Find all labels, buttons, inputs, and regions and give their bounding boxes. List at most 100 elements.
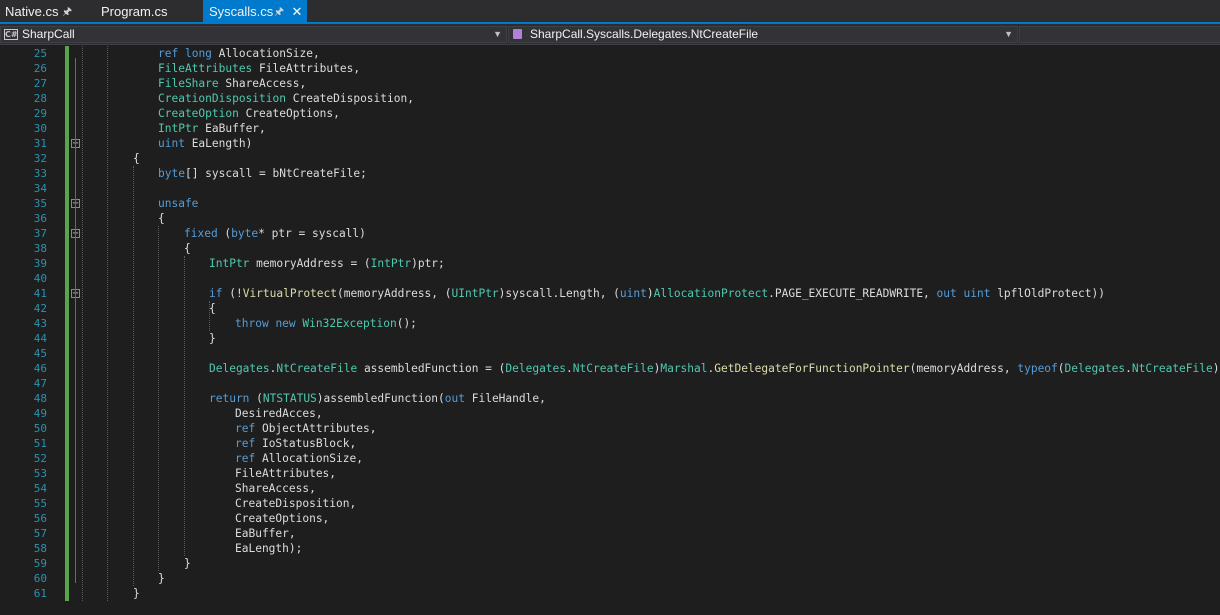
code-line[interactable]: 55 CreateDisposition, <box>0 496 1220 511</box>
code-text: FileAttributes FileAttributes, <box>158 61 360 76</box>
code-token: (); <box>396 317 417 330</box>
code-token: EaLength); <box>235 542 303 555</box>
code-line[interactable]: 47 <box>0 376 1220 391</box>
change-margin-marker <box>65 481 69 496</box>
project-name: SharpCall <box>22 27 75 41</box>
line-number: 31 <box>33 137 47 150</box>
code-line[interactable]: 51 ref IoStatusBlock, <box>0 436 1220 451</box>
code-line[interactable]: 57 EaBuffer, <box>0 526 1220 541</box>
code-line[interactable]: 30 IntPtr EaBuffer, <box>0 121 1220 136</box>
code-line[interactable]: 53 FileAttributes, <box>0 466 1220 481</box>
member-name: SharpCall.Syscalls.Delegates.NtCreateFil… <box>530 27 759 41</box>
indent-guide <box>158 226 159 571</box>
code-line[interactable]: 49 DesiredAcces, <box>0 406 1220 421</box>
code-token: IoStatusBlock, <box>255 437 357 450</box>
code-token: CreationDisposition <box>158 92 286 105</box>
code-token: fixed <box>184 227 218 240</box>
code-line[interactable]: 32 { <box>0 151 1220 166</box>
code-line[interactable]: 35−unsafe <box>0 196 1220 211</box>
line-number: 46 <box>33 362 47 375</box>
code-line[interactable]: 52 ref AllocationSize, <box>0 451 1220 466</box>
code-text: { <box>184 241 191 256</box>
code-token: (memoryAddress, ( <box>337 287 452 300</box>
code-line[interactable]: 45 <box>0 346 1220 361</box>
code-token: )ptr; <box>411 257 445 270</box>
code-editor[interactable]: 25 ref long AllocationSize, 26 FileAttribut… <box>0 45 1220 615</box>
code-text: } <box>158 571 165 586</box>
code-line[interactable]: 25 ref long AllocationSize, <box>0 46 1220 61</box>
change-margin-marker <box>65 436 69 451</box>
line-number: 54 <box>33 482 47 495</box>
code-line[interactable]: 28 CreationDisposition CreateDisposition, <box>0 91 1220 106</box>
tab-native-cs[interactable]: Native.cs 🖈 <box>0 0 95 22</box>
change-margin-marker <box>65 61 69 76</box>
change-margin-marker <box>65 451 69 466</box>
pin-icon[interactable]: 🖈 <box>274 0 284 24</box>
code-line[interactable]: 27 FileShare ShareAccess, <box>0 76 1220 91</box>
pin-icon[interactable]: 🖈 <box>62 0 72 24</box>
code-line[interactable]: 44} <box>0 331 1220 346</box>
line-number: 50 <box>33 422 47 435</box>
code-line[interactable]: 59} <box>0 556 1220 571</box>
code-line[interactable]: 50 ref ObjectAttributes, <box>0 421 1220 436</box>
code-line[interactable]: 29 CreateOption CreateOptions, <box>0 106 1220 121</box>
code-token: AllocationProtect <box>653 287 769 300</box>
code-line[interactable]: 33 byte[] syscall = bNtCreateFile; <box>0 166 1220 181</box>
line-number: 35 <box>33 197 47 210</box>
code-line[interactable]: 61} <box>0 586 1220 601</box>
code-line[interactable]: 56 CreateOptions, <box>0 511 1220 526</box>
change-margin-marker <box>65 106 69 121</box>
code-line[interactable]: 48 return (NTSTATUS)assembledFunction(out… <box>0 391 1220 406</box>
code-token: throw <box>235 317 269 330</box>
tab-syscalls-cs[interactable]: Syscalls.cs 🖈 ✕ <box>203 0 307 24</box>
project-dropdown[interactable]: C# SharpCall ▼ <box>0 26 507 43</box>
close-icon[interactable]: ✕ <box>289 4 305 20</box>
code-token: out <box>444 392 465 405</box>
code-line[interactable]: 40 <box>0 271 1220 286</box>
code-line[interactable]: 34 <box>0 181 1220 196</box>
code-line[interactable]: 31−uint EaLength) <box>0 136 1220 151</box>
code-token: IntPtr <box>209 257 250 270</box>
code-line[interactable]: 36 { <box>0 211 1220 226</box>
code-token: } <box>209 332 216 345</box>
code-token: CreateDisposition, <box>235 497 357 510</box>
code-line[interactable]: 38 { <box>0 241 1220 256</box>
change-margin-marker <box>65 256 69 271</box>
code-token: ) <box>646 287 654 300</box>
code-token: AllocationSize, <box>255 452 363 465</box>
change-margin-marker <box>65 556 69 571</box>
code-line[interactable]: 58 EaLength); <box>0 541 1220 556</box>
code-line[interactable]: 54 ShareAccess, <box>0 481 1220 496</box>
code-line[interactable]: 46 Delegates.NtCreateFile assembledFuncti… <box>0 361 1220 376</box>
chevron-down-icon[interactable]: ▼ <box>1004 27 1013 42</box>
code-line[interactable]: 26 FileAttributes FileAttributes, <box>0 61 1220 76</box>
code-line[interactable]: 39 IntPtr memoryAddress = (IntPtr)ptr; <box>0 256 1220 271</box>
tab-label: Native.cs <box>5 4 59 19</box>
member-dropdown[interactable]: SharpCall.Syscalls.Delegates.NtCreateFil… <box>508 26 1018 43</box>
line-number: 41 <box>33 287 47 300</box>
fold-outline <box>75 238 76 568</box>
code-token: Delegates <box>505 362 567 375</box>
code-line[interactable]: 60} <box>0 571 1220 586</box>
line-number: 32 <box>33 152 47 165</box>
code-token: uint <box>619 287 647 300</box>
code-token: assembledFunction = ( <box>357 362 506 375</box>
code-text: FileAttributes, <box>235 466 336 481</box>
code-token: lpflOldProtect)) <box>990 287 1105 300</box>
code-token: [] syscall = bNtCreateFile; <box>184 167 367 180</box>
tab-program-cs[interactable]: Program.cs <box>95 0 203 22</box>
code-token: UIntPtr <box>451 287 499 300</box>
code-line[interactable]: 43 throw new Win32Exception(); <box>0 316 1220 331</box>
code-token: IntPtr <box>158 122 199 135</box>
chevron-down-icon[interactable]: ▼ <box>493 27 502 42</box>
code-line[interactable]: 37−fixed (byte* ptr = syscall) <box>0 226 1220 241</box>
code-text: DesiredAcces, <box>235 406 323 421</box>
code-text: uint EaLength) <box>158 136 252 151</box>
line-number: 52 <box>33 452 47 465</box>
code-line[interactable]: 41−if (!VirtualProtect(memoryAddress, (U… <box>0 286 1220 301</box>
code-text: } <box>133 586 140 601</box>
scope-dropdown[interactable] <box>1019 26 1220 43</box>
change-margin-marker <box>65 136 69 151</box>
code-line[interactable]: 42 { <box>0 301 1220 316</box>
